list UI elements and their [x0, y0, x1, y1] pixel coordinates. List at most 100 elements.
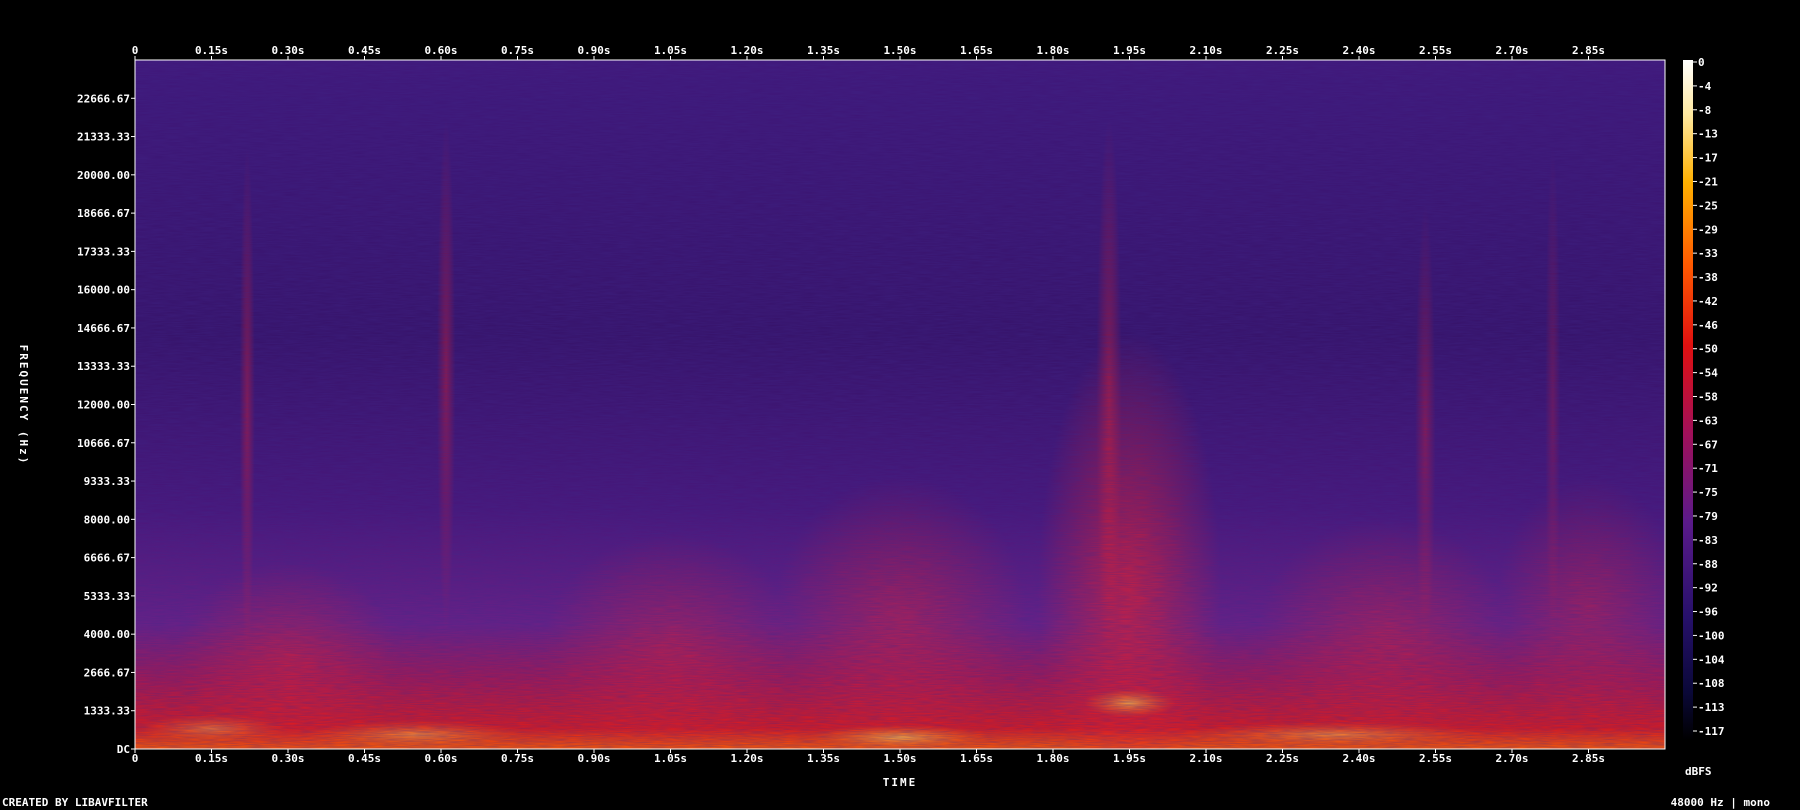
- x-tick-label-top: 2.55s: [1419, 44, 1452, 57]
- x-tick-label-bottom: 0.15s: [195, 752, 228, 765]
- x-tick-label-bottom: 2.70s: [1495, 752, 1528, 765]
- y-tick-label: 1333.33: [84, 705, 130, 718]
- colorbar-tick-label: -83: [1698, 534, 1718, 547]
- x-tick-label-top: 2.40s: [1342, 44, 1375, 57]
- y-tick-label: 10666.67: [77, 437, 130, 450]
- x-tick-label-bottom: 2.25s: [1266, 752, 1299, 765]
- y-tick-label: 6666.67: [84, 552, 130, 565]
- x-tick-label-top: 0.60s: [424, 44, 457, 57]
- y-tick-label: 14666.67: [77, 322, 130, 335]
- y-tick-label: 13333.33: [77, 360, 130, 373]
- x-tick-label-top: 0: [132, 44, 139, 57]
- x-tick-label-top: 0.75s: [501, 44, 534, 57]
- x-tick-label-top: 2.10s: [1189, 44, 1222, 57]
- colorbar-tick-label: -25: [1698, 199, 1718, 212]
- colorbar: [1683, 60, 1693, 740]
- colorbar-tick-label: -71: [1698, 462, 1718, 475]
- x-tick-label-bottom: 2.85s: [1572, 752, 1605, 765]
- colorbar-tick-label: -92: [1698, 582, 1718, 595]
- y-tick-label: 16000.00: [77, 284, 130, 297]
- colorbar-tick-label: -67: [1698, 438, 1718, 451]
- y-tick-label: 18666.67: [77, 207, 130, 220]
- x-axis-bottom: 0 0.15s 0.30s 0.45s 0.60s 0.75s 0.90s 1.05s 1.20…: [132, 749, 1605, 765]
- colorbar-tick-label: -21: [1698, 175, 1718, 188]
- x-tick-label-bottom: 1.65s: [960, 752, 993, 765]
- x-tick-label-top: 2.25s: [1266, 44, 1299, 57]
- x-tick-label-bottom: 2.40s: [1342, 752, 1375, 765]
- colorbar-tick-label: -33: [1698, 247, 1718, 260]
- y-tick-label: 12000.00: [77, 399, 130, 412]
- colorbar-tick-label: -8: [1698, 104, 1711, 117]
- y-tick-label: 20000.00: [77, 169, 130, 182]
- y-tick-label: 2666.67: [84, 666, 130, 679]
- x-tick-label-bottom: 1.80s: [1036, 752, 1069, 765]
- colorbar-tick-label: -113: [1698, 701, 1725, 714]
- y-tick-label: 21333.33: [77, 131, 130, 144]
- colorbar-tick-label: -42: [1698, 295, 1718, 308]
- colorbar-tick-label: 0: [1698, 56, 1705, 69]
- x-tick-label-top: 0.45s: [348, 44, 381, 57]
- y-tick-label: 8000.00: [84, 513, 130, 526]
- footer-credit: CREATED BY LIBAVFILTER: [2, 796, 148, 809]
- x-tick-label-bottom: 1.95s: [1113, 752, 1146, 765]
- colorbar-tick-label: -4: [1698, 80, 1712, 93]
- y-tick-label: 4000.00: [84, 628, 130, 641]
- colorbar-tick-label: -58: [1698, 391, 1718, 404]
- x-axis-top: 0 0.15s 0.30s 0.45s 0.60s 0.75s 0.90s 1.05s 1.20…: [132, 44, 1605, 60]
- x-tick-label-top: 1.20s: [730, 44, 763, 57]
- colorbar-tick-label: -79: [1698, 510, 1718, 523]
- x-tick-label-bottom: 0.30s: [271, 752, 304, 765]
- colorbar-tick-label: -46: [1698, 319, 1718, 332]
- colorbar-tick-label: -29: [1698, 223, 1718, 236]
- x-tick-label-top: 1.80s: [1036, 44, 1069, 57]
- colorbar-tick-label: -88: [1698, 558, 1718, 571]
- colorbar-tick-label: -17: [1698, 152, 1718, 165]
- x-tick-label-top: 2.70s: [1495, 44, 1528, 57]
- spectrogram-chart: 0 0.15s 0.30s 0.45s 0.60s 0.75s 0.90s 1.05s 1.20…: [17, 44, 1725, 789]
- y-tick-label: 9333.33: [84, 475, 130, 488]
- x-tick-label-top: 1.50s: [883, 44, 916, 57]
- x-tick-label-bottom: 1.20s: [730, 752, 763, 765]
- x-tick-label-bottom: 0: [132, 752, 139, 765]
- colorbar-ticks: 0 -4 -8 -13 -17 -21 -25 -29 -33 -38 -42 -46 -50 -54 -5…: [1693, 56, 1725, 738]
- spectrogram-noise-texture: [135, 60, 1665, 749]
- colorbar-tick-label: -54: [1698, 367, 1718, 380]
- y-tick-label: 22666.67: [77, 92, 130, 105]
- x-tick-label-bottom: 0.90s: [577, 752, 610, 765]
- x-tick-label-top: 1.95s: [1113, 44, 1146, 57]
- colorbar-tick-label: -75: [1698, 486, 1718, 499]
- colorbar-tick-label: -13: [1698, 128, 1718, 141]
- x-tick-label-bottom: 1.35s: [807, 752, 840, 765]
- x-tick-label-bottom: 0.45s: [348, 752, 381, 765]
- y-axis: DC 1333.33 2666.67 4000.00 5333.33 6666.67 800…: [77, 92, 135, 756]
- x-tick-label-top: 0.90s: [577, 44, 610, 57]
- x-tick-label-top: 1.05s: [654, 44, 687, 57]
- x-tick-label-top: 1.35s: [807, 44, 840, 57]
- y-tick-label: 17333.33: [77, 245, 130, 258]
- x-tick-label-bottom: 2.55s: [1419, 752, 1452, 765]
- colorbar-tick-label: -100: [1698, 629, 1725, 642]
- x-axis-title: TIME: [883, 776, 918, 789]
- colorbar-tick-label: -108: [1698, 677, 1725, 690]
- x-tick-label-bottom: 1.05s: [654, 752, 687, 765]
- y-axis-title: FREQUENCY (Hz): [17, 345, 30, 466]
- y-tick-label: DC: [117, 743, 130, 756]
- colorbar-tick-label: -63: [1698, 414, 1718, 427]
- x-tick-label-bottom: 1.50s: [883, 752, 916, 765]
- spectrogram-plot-area: [135, 60, 1665, 749]
- x-tick-label-top: 0.30s: [271, 44, 304, 57]
- footer-sample-info: 48000 Hz | mono: [1670, 796, 1770, 809]
- colorbar-label: dBFS: [1685, 765, 1712, 778]
- y-tick-label: 5333.33: [84, 590, 130, 603]
- x-tick-label-top: 2.85s: [1572, 44, 1605, 57]
- colorbar-tick-label: -38: [1698, 271, 1718, 284]
- x-tick-label-bottom: 0.60s: [424, 752, 457, 765]
- x-tick-label-bottom: 2.10s: [1189, 752, 1222, 765]
- x-tick-label-bottom: 0.75s: [501, 752, 534, 765]
- x-tick-label-top: 0.15s: [195, 44, 228, 57]
- colorbar-tick-label: -104: [1698, 653, 1725, 666]
- colorbar-tick-label: -50: [1698, 343, 1718, 356]
- colorbar-tick-label: -96: [1698, 606, 1718, 619]
- x-tick-label-top: 1.65s: [960, 44, 993, 57]
- colorbar-tick-label: -117: [1698, 725, 1725, 738]
